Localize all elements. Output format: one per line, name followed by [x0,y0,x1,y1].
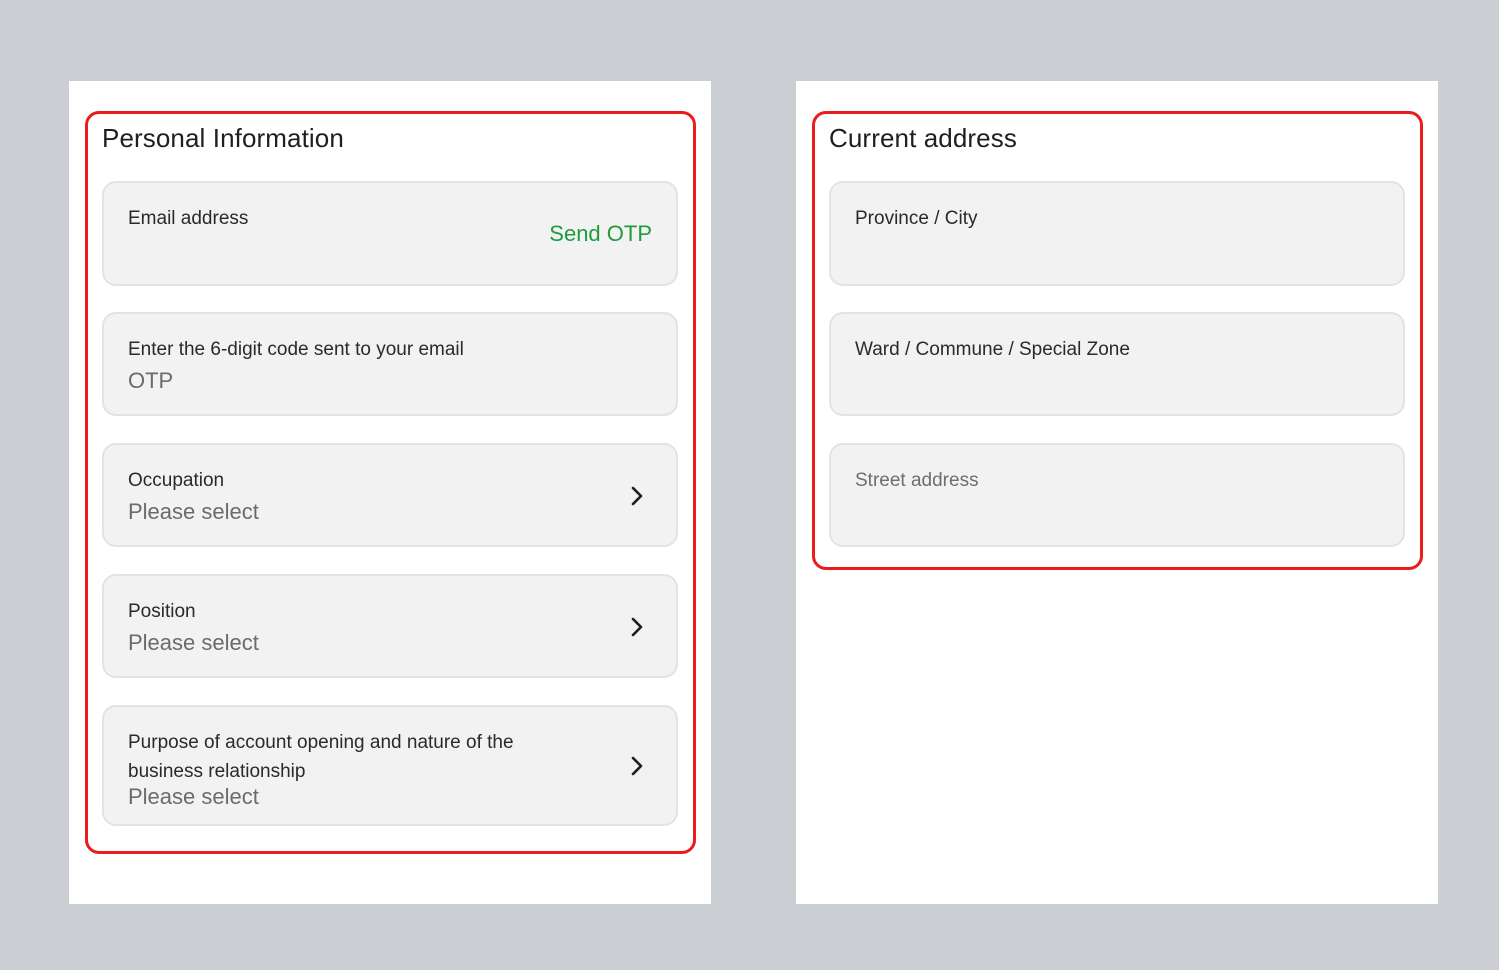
occupation-label: Occupation [128,470,225,491]
email-field[interactable]: Email address Send OTP [102,181,678,286]
position-select[interactable]: Position Please select [102,574,678,678]
purpose-value: Please select [128,784,259,809]
purpose-select[interactable]: Purpose of account opening and nature of… [102,705,678,826]
occupation-value: Please select [128,499,259,524]
send-otp-button[interactable]: Send OTP [549,221,652,247]
ward-commune-field[interactable]: Ward / Commune / Special Zone [829,312,1405,416]
chevron-right-icon [626,755,648,777]
chevron-right-icon [626,485,648,507]
current-address-title: Current address [829,123,1017,153]
personal-information-title: Personal Information [102,123,344,153]
current-address-panel: Current address Province / City Ward / C… [796,81,1438,904]
province-city-field[interactable]: Province / City [829,181,1405,286]
personal-information-panel: Personal Information Email address Send … [69,81,711,904]
position-label: Position [128,601,196,622]
province-city-label: Province / City [855,208,978,229]
street-address-placeholder: Street address [855,470,979,491]
chevron-right-icon [626,616,648,638]
otp-placeholder: OTP [128,368,174,393]
occupation-select[interactable]: Occupation Please select [102,443,678,547]
otp-field[interactable]: Enter the 6-digit code sent to your emai… [102,312,678,416]
otp-label: Enter the 6-digit code sent to your emai… [128,339,464,360]
street-address-input[interactable]: Street address [829,443,1405,547]
position-value: Please select [128,630,259,655]
purpose-label: Purpose of account opening and nature of… [128,732,514,782]
email-label: Email address [128,208,249,229]
ward-commune-label: Ward / Commune / Special Zone [855,339,1130,360]
